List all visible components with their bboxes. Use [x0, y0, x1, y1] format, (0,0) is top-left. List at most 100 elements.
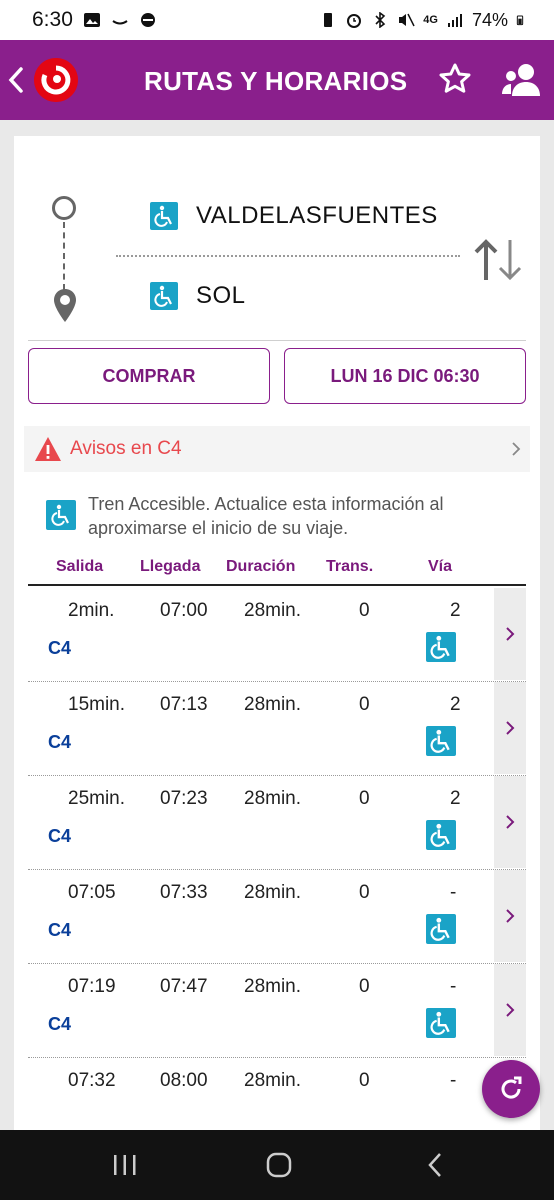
star-icon[interactable] [438, 62, 472, 96]
cell-via: - [450, 1070, 457, 1091]
swap-icon[interactable] [472, 236, 526, 284]
table-row[interactable]: 07:05 07:33 28min. 0 - C4 [28, 870, 526, 964]
cell-duracion: 28min. [244, 976, 302, 997]
wheelchair-icon [426, 1008, 456, 1038]
chevron-left-icon[interactable] [6, 66, 26, 94]
table-row[interactable]: 07:19 07:47 28min. 0 - C4 [28, 964, 526, 1058]
cell-duracion: 28min. [244, 1070, 302, 1091]
origin-stop[interactable]: VALDELASFUENTES [150, 202, 438, 230]
home-icon[interactable] [266, 1152, 292, 1178]
row-details-button[interactable] [494, 588, 526, 680]
header-salida: Salida [56, 558, 104, 575]
cell-salida: 07:19 [68, 976, 116, 997]
cell-llegada: 07:23 [160, 788, 208, 809]
cell-via: - [450, 882, 457, 903]
row-details-button[interactable] [494, 682, 526, 774]
cell-trans: 0 [359, 600, 370, 621]
alarm-icon [347, 14, 362, 28]
accessibility-note-text: Tren Accesible. Actualice esta informaci… [88, 494, 444, 538]
amazon-icon [112, 20, 128, 25]
cell-salida: 25min. [68, 788, 126, 809]
page-title: RUTAS Y HORARIOS [144, 66, 408, 96]
wheelchair-icon [426, 726, 456, 756]
wheelchair-icon [150, 282, 178, 310]
renfe-cercanias-logo[interactable] [34, 58, 78, 102]
app-header: RUTAS Y HORARIOS [0, 40, 554, 120]
wheelchair-icon [46, 500, 76, 530]
cell-salida: 15min. [68, 694, 126, 715]
accessibility-note: Tren Accesible. Actualice esta informaci… [46, 492, 506, 540]
route-connector [63, 222, 65, 290]
header-duracion: Duración [226, 558, 296, 575]
refresh-button[interactable] [482, 1060, 540, 1118]
gallery-icon [83, 13, 100, 27]
cell-via: - [450, 976, 457, 997]
line-badge: C4 [48, 826, 72, 846]
cell-llegada: 07:33 [160, 882, 208, 903]
chevron-right-icon [512, 442, 521, 456]
battery-level: 74% [471, 9, 508, 30]
cell-via: 2 [450, 600, 461, 621]
header-llegada: Llegada [140, 558, 201, 575]
signal-icon [447, 14, 462, 27]
cell-trans: 0 [359, 788, 370, 809]
schedule-list: 2min. 07:00 28min. 0 2 C4 15min. 07:13 28min. 0 2 C… [28, 588, 526, 1130]
cell-duracion: 28min. [244, 694, 302, 715]
cell-trans: 0 [359, 1070, 370, 1091]
bluetooth-icon [375, 12, 386, 28]
buy-button[interactable]: COMPRAR [28, 348, 270, 404]
chevron-right-icon [506, 627, 515, 641]
cell-llegada: 08:00 [160, 1070, 208, 1091]
cell-duracion: 28min. [244, 788, 302, 809]
chevron-right-icon [506, 815, 515, 829]
table-row[interactable]: 07:32 08:00 28min. 0 - [28, 1058, 526, 1130]
cell-duracion: 28min. [244, 882, 302, 903]
date-time-button[interactable]: LUN 16 DIC 06:30 [284, 348, 526, 404]
chevron-right-icon [506, 1003, 515, 1017]
table-row[interactable]: 15min. 07:13 28min. 0 2 C4 [28, 682, 526, 776]
table-header: Salida Llegada Duración Trans. Vía [28, 554, 526, 586]
row-details-button[interactable] [494, 870, 526, 962]
alerts-label: Avisos en C4 [70, 438, 182, 459]
network-type: 4G [423, 14, 438, 26]
battery-saver-icon [324, 13, 333, 27]
destination-name: SOL [196, 282, 246, 309]
origin-marker-icon [52, 196, 76, 220]
cell-llegada: 07:47 [160, 976, 208, 997]
row-details-button[interactable] [494, 776, 526, 868]
location-pin-icon [54, 289, 76, 322]
battery-icon [516, 15, 524, 26]
alerts-banner[interactable]: Avisos en C4 [24, 426, 530, 472]
destination-stop[interactable]: SOL [150, 282, 246, 310]
line-badge: C4 [48, 638, 72, 658]
chevron-right-icon [506, 909, 515, 923]
cell-via: 2 [450, 694, 461, 715]
cell-salida: 07:32 [68, 1070, 116, 1091]
line-badge: C4 [48, 1014, 72, 1034]
cell-llegada: 07:00 [160, 600, 208, 621]
cell-duracion: 28min. [244, 600, 302, 621]
back-icon[interactable] [424, 1152, 446, 1178]
header-trans: Trans. [326, 558, 374, 575]
divider [28, 340, 526, 341]
refresh-icon [501, 1076, 522, 1099]
row-details-button[interactable] [494, 964, 526, 1056]
wheelchair-icon [426, 820, 456, 850]
stop-divider [116, 255, 460, 257]
header-via: Vía [428, 558, 453, 575]
cell-trans: 0 [359, 976, 370, 997]
wheelchair-icon [426, 914, 456, 944]
cell-trans: 0 [359, 882, 370, 903]
warning-icon [35, 437, 61, 461]
status-time: 6:30 [32, 8, 73, 31]
cell-llegada: 07:13 [160, 694, 208, 715]
wheelchair-icon [150, 202, 178, 230]
recent-apps-icon[interactable] [110, 1152, 140, 1178]
users-icon[interactable] [502, 62, 542, 98]
table-row[interactable]: 25min. 07:23 28min. 0 2 C4 [28, 776, 526, 870]
table-row[interactable]: 2min. 07:00 28min. 0 2 C4 [28, 588, 526, 682]
system-nav-bar [0, 1130, 554, 1200]
line-badge: C4 [48, 920, 72, 940]
chevron-right-icon [506, 721, 515, 735]
line-badge: C4 [48, 732, 72, 752]
